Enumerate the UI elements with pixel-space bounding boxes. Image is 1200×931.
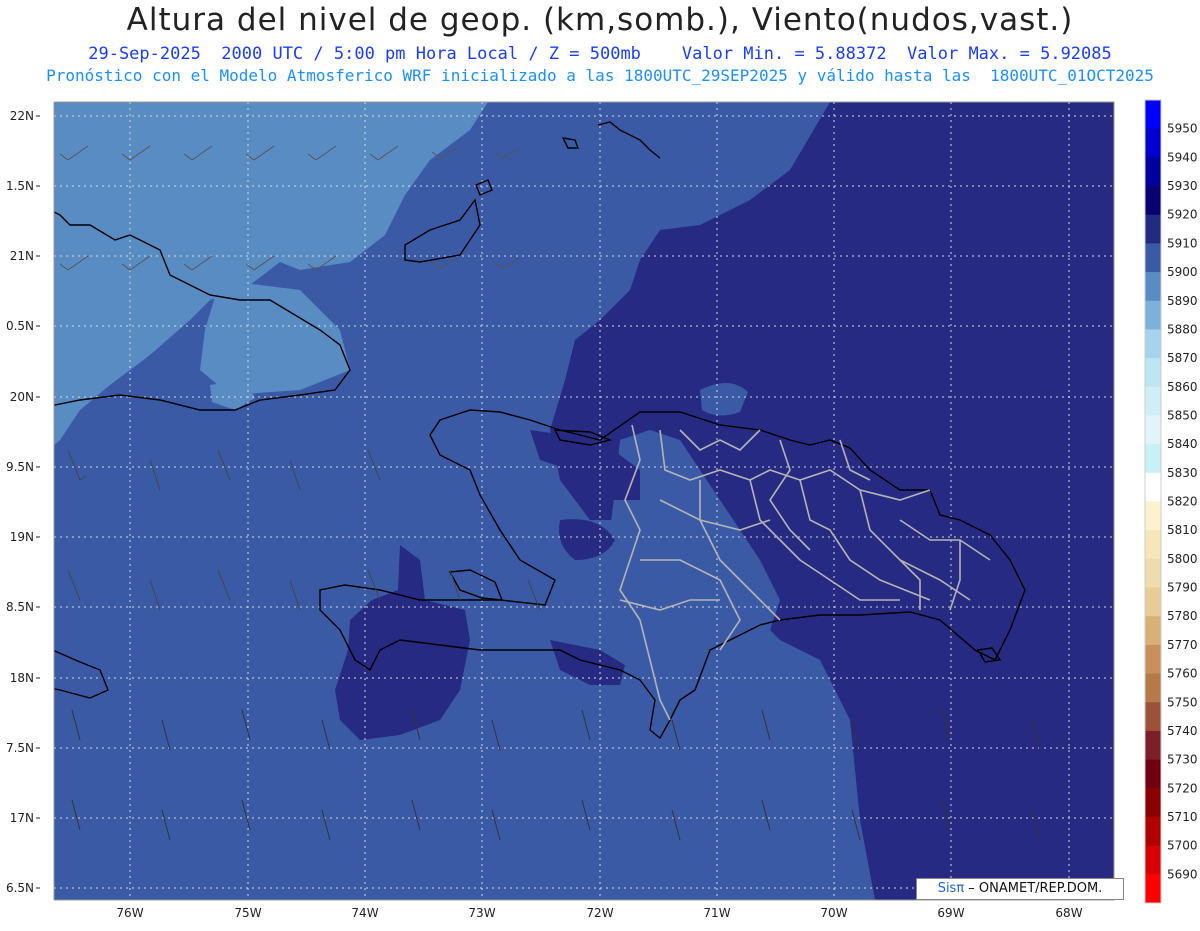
- colorbar-label: 5830: [1167, 466, 1198, 480]
- lat-label: 21N: [10, 249, 34, 263]
- colorbar-label: 5850: [1167, 408, 1198, 422]
- colorbar-swatch: [1145, 329, 1161, 359]
- colorbar-label: 5820: [1167, 495, 1198, 509]
- colorbar-label: 5900: [1167, 265, 1198, 279]
- lat-label: 0.5N: [6, 319, 34, 333]
- colorbar-swatch: [1145, 386, 1161, 416]
- colorbar-swatch: [1145, 788, 1161, 818]
- lat-label: 17N: [10, 811, 34, 825]
- colorbar-label: 5760: [1167, 667, 1198, 681]
- colorbar-label: 5880: [1167, 322, 1198, 336]
- colorbar-swatch: [1145, 358, 1161, 388]
- colorbar-label: 5710: [1167, 810, 1198, 824]
- lon-label: 68W: [1055, 906, 1082, 920]
- colorbar-swatch: [1145, 100, 1161, 130]
- colorbar-swatch: [1145, 300, 1161, 330]
- colorbar-swatch: [1145, 472, 1161, 502]
- lon-label: 69W: [937, 906, 964, 920]
- map-svg: 22N 1.5N 21N 0.5N 20N 9.5N 19N 8.5N 18N …: [6, 99, 1198, 920]
- subtitle-values: Valor Min. = 5.88372 Valor Max. = 5.9208…: [681, 44, 1112, 64]
- subtitle-date: 29-Sep-2025 2000 UTC / 5:00 pm Hora Loca…: [88, 44, 641, 64]
- colorbar-label: 5780: [1167, 609, 1198, 623]
- colorbar-label: 5720: [1167, 781, 1198, 795]
- colorbar-label: 5690: [1167, 867, 1198, 881]
- colorbar: 5950 5940 5930 5920 5910 5900 5890 5880 5870 5860…: [1144, 99, 1198, 904]
- forecast-line: Pronóstico con el Modelo Atmosferico WRF…: [46, 66, 1154, 85]
- credit-box: Sisπ – ONAMET/REP.DOM.: [916, 878, 1124, 900]
- lon-label: 72W: [586, 906, 613, 920]
- lat-axis: 22N 1.5N 21N 0.5N 20N 9.5N 19N 8.5N 18N …: [6, 109, 34, 895]
- colorbar-swatch: [1145, 644, 1161, 675]
- colorbar-label: 5800: [1167, 552, 1198, 566]
- colorbar-swatch: [1145, 415, 1161, 445]
- colorbar-label: 5810: [1167, 523, 1198, 537]
- colorbar-label: 5890: [1167, 294, 1198, 308]
- lat-label: 1.5N: [6, 179, 34, 193]
- lat-label: 20N: [10, 390, 34, 404]
- colorbar-swatch: [1145, 243, 1161, 273]
- lat-label: 9.5N: [6, 460, 34, 474]
- lon-label: 74W: [351, 906, 378, 920]
- lat-label: 19N: [10, 530, 34, 544]
- colorbar-label: 5750: [1167, 695, 1198, 709]
- colorbar-label: 5910: [1167, 236, 1198, 250]
- colorbar-label: 5730: [1167, 753, 1198, 767]
- credit-text: – ONAMET/REP.DOM.: [964, 881, 1103, 896]
- colorbar-label: 5840: [1167, 437, 1198, 451]
- lon-label: 76W: [116, 906, 143, 920]
- lat-label: 22N: [10, 109, 34, 123]
- colorbar-label: 5860: [1167, 380, 1198, 394]
- colorbar-swatch: [1145, 730, 1161, 761]
- lon-axis: 76W 75W 74W 73W 72W 71W 70W 69W 68W: [116, 906, 1082, 920]
- lat-label: 7.5N: [6, 741, 34, 755]
- colorbar-label: 5700: [1167, 839, 1198, 853]
- lat-label: 8.5N: [6, 600, 34, 614]
- colorbar-swatch: [1145, 128, 1161, 158]
- lat-ticks: [36, 115, 40, 889]
- colorbar-swatch: [1145, 186, 1161, 216]
- colorbar-swatch: [1145, 759, 1161, 789]
- geopotential-shading: [54, 102, 1114, 900]
- colorbar-swatch: [1145, 702, 1161, 732]
- colorbar-swatch: [1145, 157, 1161, 187]
- lat-label: 6.5N: [6, 881, 34, 895]
- colorbar-label: 5920: [1167, 208, 1198, 222]
- colorbar-label: 5770: [1167, 638, 1198, 652]
- colorbar-swatch: [1145, 444, 1161, 474]
- colorbar-swatch: [1145, 845, 1161, 875]
- colorbar-swatch: [1145, 501, 1161, 531]
- colorbar-label: 5790: [1167, 581, 1198, 595]
- colorbar-swatch: [1145, 530, 1161, 560]
- map-area: 22N 1.5N 21N 0.5N 20N 9.5N 19N 8.5N 18N …: [0, 95, 1200, 927]
- colorbar-swatch: [1145, 558, 1161, 589]
- lon-label: 73W: [468, 906, 495, 920]
- credit-brand: Sisπ: [937, 881, 965, 896]
- lat-label: 18N: [10, 671, 34, 685]
- lon-label: 71W: [703, 906, 730, 920]
- colorbar-swatch: [1145, 673, 1161, 703]
- colorbar-swatch: [1145, 587, 1161, 617]
- lon-label: 70W: [820, 906, 847, 920]
- colorbar-swatch: [1145, 816, 1161, 847]
- colorbar-label: 5940: [1167, 150, 1198, 164]
- colorbar-label: 5740: [1167, 724, 1198, 738]
- colorbar-swatch: [1145, 272, 1161, 302]
- colorbar-swatch: [1145, 214, 1161, 244]
- map-title: Altura del nivel de geop. (km,somb.), Vi…: [126, 2, 1074, 38]
- lon-label: 75W: [234, 906, 261, 920]
- colorbar-swatch: [1145, 874, 1161, 904]
- colorbar-label: 5950: [1167, 122, 1198, 136]
- colorbar-label: 5870: [1167, 351, 1198, 365]
- map-subtitle: 29-Sep-2025 2000 UTC / 5:00 pm Hora Loca…: [0, 44, 1200, 64]
- colorbar-swatch: [1145, 616, 1161, 646]
- colorbar-label: 5930: [1167, 179, 1198, 193]
